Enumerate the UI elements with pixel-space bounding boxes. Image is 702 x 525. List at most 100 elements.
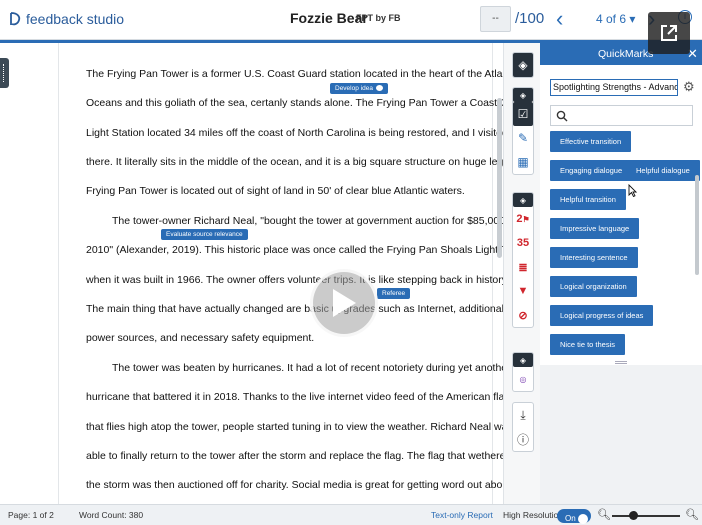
paper-position: 4 of 6 (596, 12, 627, 26)
external-link-icon (661, 25, 677, 41)
quickmark-chip[interactable]: Helpful dialogue (626, 160, 700, 181)
feedback-studio-app: feedback studio Fozzie Bear FPT by FB --… (0, 0, 702, 525)
paragraph-2: The tower-owner Richard Neal, "bought th… (86, 207, 529, 353)
caret-down-icon: ▾ (629, 12, 636, 26)
assignment-name: FPT by FB (356, 13, 401, 23)
previous-paper-button[interactable]: ‹ (556, 6, 563, 32)
download-button[interactable]: ⤓ (513, 403, 533, 427)
etsr-layer-button[interactable]: ◈ (513, 353, 533, 367)
quickmark-bubble-develop-idea[interactable]: Develop idea (330, 83, 388, 94)
similarity-layer-button[interactable]: ◈ (513, 193, 533, 207)
submission-info-button[interactable]: ⓘ (513, 427, 533, 451)
paper-position-dropdown[interactable]: 4 of 6 ▾ (596, 12, 635, 26)
similarity-score-button[interactable]: 35 (513, 231, 533, 255)
search-icon (556, 110, 568, 122)
info-icon: ⓘ (516, 432, 529, 447)
zoom-in-icon[interactable]: 🔍︎ (685, 508, 699, 521)
page-count: Page: 1 of 2 (8, 510, 54, 520)
quickmark-chip[interactable]: Interesting sentence (550, 247, 638, 268)
toolbar-grading-group: ◈ ☑ ✎ ▦ (512, 87, 534, 175)
gear-icon[interactable]: ⚙ (683, 79, 695, 95)
page-margin-left (58, 43, 59, 504)
block-icon: ⊘ (518, 309, 528, 322)
brand-logo[interactable]: feedback studio (8, 11, 124, 27)
quickmark-chip[interactable]: Engaging dialogue (550, 160, 633, 181)
text-line: the storm was then auctioned off for cha… (86, 479, 512, 492)
etsr-icon: ◎ (519, 374, 527, 384)
flag-icon: ⚑ (522, 214, 530, 224)
grid-icon: ▦ (517, 155, 529, 169)
filter-icon: ▼ (517, 285, 529, 297)
document-scrollbar[interactable] (497, 98, 502, 258)
feedback-summary-button[interactable]: ✎ (513, 126, 533, 150)
play-icon (333, 289, 356, 317)
checkbox-icon: ☑ (517, 107, 529, 121)
comment-icon (375, 85, 383, 92)
status-bar: Page: 1 of 2 Word Count: 380 Text-only R… (0, 504, 702, 525)
quickmark-search-input[interactable] (550, 105, 693, 126)
bubble-label: Referee (382, 290, 406, 297)
grading-toolbar: ◈ ◈ ☑ ✎ ▦ ◈ 2 ⚑ 35 ≣ ▼ ⊘ ◈ ◎ ⤓ ⓘ (503, 43, 540, 504)
zoom-slider-handle[interactable] (629, 511, 638, 520)
word-count: Word Count: 380 (79, 510, 144, 520)
toolbar-etsr-group: ◈ ◎ (512, 352, 534, 392)
toolbar-info-group: ⤓ ⓘ (512, 402, 534, 452)
paragraph-3: The tower was beaten by hurricanes. It h… (86, 354, 513, 500)
bubble-label: Develop idea (335, 85, 373, 92)
quickmark-chip[interactable]: Effective transition (550, 131, 632, 152)
match-overview-button[interactable]: ≣ (513, 255, 533, 279)
text-line: that flies high atop the tower, people s… (86, 420, 513, 433)
panel-resize-grip[interactable] (615, 361, 627, 364)
layers-icon: ◈ (519, 195, 527, 205)
edit-icon: ✎ (517, 131, 529, 145)
layers-icon: ◈ (519, 355, 527, 365)
left-panel-handle[interactable] (0, 58, 9, 88)
layers-icon: ◈ (519, 90, 527, 100)
mouse-cursor-icon (628, 184, 637, 197)
grade-total: /100 (515, 10, 545, 27)
quickmarks-button[interactable]: ☑ (513, 102, 533, 126)
quickmark-bubble-evaluate-source[interactable]: Evaluate source relevance (161, 229, 248, 240)
text-line: The Frying Pan Tower is a former U.S. Co… (86, 68, 519, 80)
quickmark-bubble-referee[interactable]: Referee (377, 288, 411, 299)
quickmark-chip[interactable]: Impressive language (550, 218, 640, 239)
chevron-left-icon: ‹ (556, 6, 564, 31)
etsr-button[interactable]: ◎ (513, 367, 533, 391)
text-line: Light Station located 34 miles off the c… (86, 126, 508, 139)
zoom-out-icon[interactable]: 🔍︎ (597, 508, 611, 521)
high-resolution-label: High Resolution (503, 510, 564, 520)
text-line: The tower was beaten by hurricanes. It h… (112, 362, 511, 374)
document-viewer[interactable]: The Frying Pan Tower is a former U.S. Co… (0, 43, 533, 504)
text-line: there. It literally sits in the middle o… (86, 155, 533, 168)
toggle-state: On (565, 514, 576, 523)
high-resolution-toggle[interactable]: On (557, 509, 591, 524)
grading-layer-button[interactable]: ◈ (513, 88, 533, 102)
rubric-button[interactable]: ▦ (513, 150, 533, 174)
grading-count-button[interactable]: 2 ⚑ (513, 207, 533, 231)
video-play-button[interactable] (310, 269, 378, 337)
exclude-button[interactable]: ⊘ (513, 303, 533, 327)
text-line: hurricane that battered it in 2018. Than… (86, 391, 511, 404)
quickmarks-panel: QuickMarks ✕ Spotlighting Strengths - Ad… (540, 43, 702, 504)
quickmark-chip[interactable]: Helpful transition (550, 189, 626, 210)
text-only-report-link[interactable]: Text-only Report (431, 510, 493, 520)
text-line: The tower-owner Richard Neal, "bought th… (112, 215, 517, 227)
text-line: Oceans and this goliath of the sea, cert… (86, 97, 530, 110)
feedback-studio-icon (10, 12, 21, 26)
filter-button[interactable]: ▼ (513, 279, 533, 303)
layers-button[interactable]: ◈ (513, 53, 533, 77)
quickmark-chip[interactable]: Logical organization (550, 276, 637, 297)
toggle-knob (578, 514, 588, 524)
text-line: The main thing that have actually change… (86, 302, 504, 315)
text-line: 2010" (Alexander, 2019). This historic p… (86, 244, 529, 257)
open-external-button[interactable] (648, 12, 690, 54)
quickmark-chip[interactable]: Nice tie to thesis (550, 334, 626, 355)
bubble-label: Evaluate source relevance (166, 231, 243, 238)
quickmark-set-select[interactable]: Spotlighting Strengths - Advanced (550, 79, 678, 96)
quickmark-chip[interactable]: Logical progress of ideas (550, 305, 654, 326)
similarity-score: 35 (516, 237, 530, 249)
zoom-slider[interactable] (612, 515, 680, 517)
text-line: power sources, and necessary safety equi… (86, 332, 315, 345)
grade-input[interactable]: -- (480, 6, 511, 32)
quickmarks-scrollbar[interactable] (695, 175, 699, 275)
